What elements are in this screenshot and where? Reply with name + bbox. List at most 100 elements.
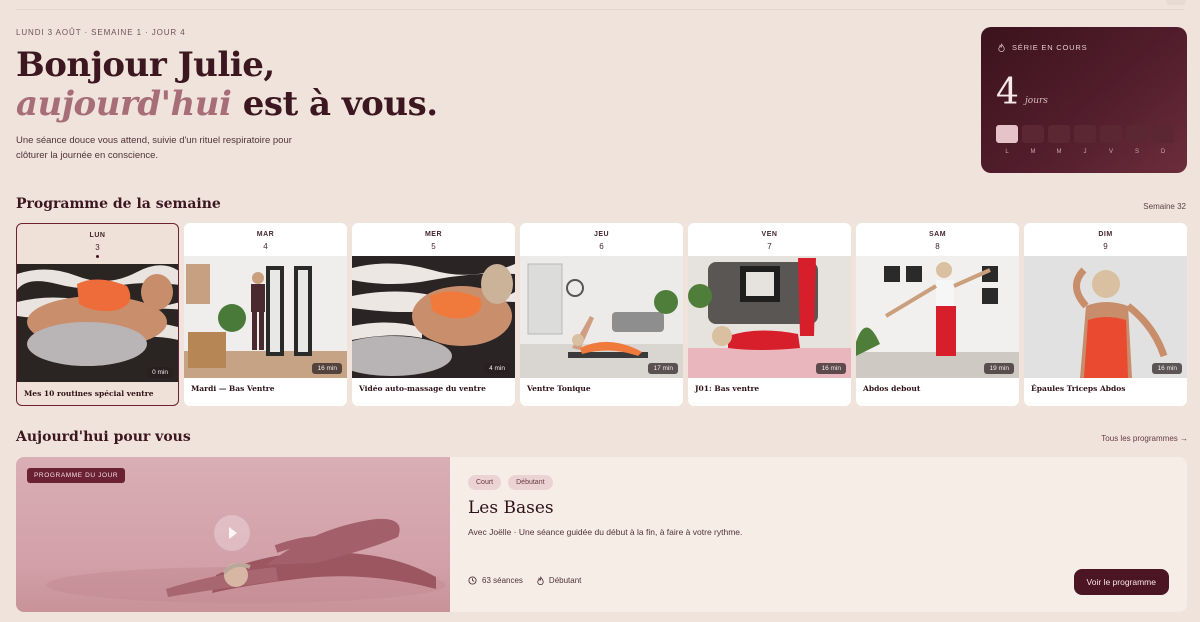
streak-day-box — [1022, 125, 1044, 143]
program-details: Court Débutant Les Bases Avec Joëlle · U… — [468, 457, 1187, 612]
workout-thumbnail: 17 min — [520, 256, 683, 378]
week-section-title: Programme de la semaine — [16, 196, 221, 212]
day-card-ven[interactable]: VEN 7 16 min J01: Bas ventre — [688, 223, 851, 406]
day-of-week: MER — [424, 231, 443, 238]
program-tags: Court Débutant — [468, 475, 553, 490]
flame-icon — [537, 576, 544, 585]
streak-day-letter: M — [1030, 149, 1036, 155]
hero-description: Une séance douce vous attend, suivie d'u… — [16, 135, 292, 161]
duration-badge: 0 min — [147, 367, 173, 378]
streak-day-box — [1048, 125, 1070, 143]
play-icon[interactable] — [214, 515, 250, 551]
today-section-title: Aujourd'hui pour vous — [16, 429, 191, 445]
streak-day: S — [1126, 125, 1148, 155]
day-card-lun[interactable]: LUN 3 0 min Mes 10 routines spécial vent… — [16, 223, 179, 406]
program-description: Avec Joëlle · Une séance guidée du début… — [468, 527, 743, 537]
day-card-mar[interactable]: MAR 4 16 min Mardi — Bas Ventre — [184, 223, 347, 406]
streak-day: M — [1022, 125, 1044, 155]
streak-day-letter: L — [1005, 149, 1009, 155]
streak-day-letter: J — [1083, 149, 1087, 155]
today-dot — [96, 255, 99, 258]
streak-day: D — [1152, 125, 1174, 155]
program-of-the-day-badge: PROGRAMME DU JOUR — [27, 468, 126, 483]
streak-day-box — [1126, 125, 1148, 143]
sessions-label: 63 séances — [482, 576, 523, 585]
hero-subtitle-accent: aujourd'hui — [16, 84, 232, 124]
day-of-week: SAM — [928, 231, 947, 238]
day-number: 4 — [263, 242, 268, 251]
day-card-dim[interactable]: DIM 9 16 min Épaules Triceps Abdos — [1024, 223, 1187, 406]
hero-subtitle: aujourd'hui est à vous. — [16, 85, 438, 124]
workout-title: Mes 10 routines spécial ventre — [24, 389, 154, 398]
day-of-week: VEN — [761, 231, 778, 238]
thumbnail-image — [184, 256, 347, 378]
day-number: 8 — [935, 242, 940, 251]
tag-level: Débutant — [508, 475, 553, 490]
streak-day: L — [996, 125, 1018, 155]
workout-thumbnail: 16 min — [1024, 256, 1187, 378]
day-card-header: VEN 7 — [688, 223, 851, 256]
day-number: 5 — [431, 242, 436, 251]
duration-badge: 16 min — [1152, 363, 1182, 374]
thumbnail-image — [17, 264, 178, 382]
tag-duration: Court — [468, 475, 502, 490]
hero-subtitle-rest: est à vous. — [231, 84, 438, 124]
workout-thumbnail: 19 min — [856, 256, 1019, 378]
day-card-sam[interactable]: SAM 8 19 min Abdos debout — [856, 223, 1019, 406]
view-program-button[interactable]: Voir le programme — [1073, 569, 1169, 595]
date-eyebrow: LUNDI 3 AOÛT · SEMAINE 1 · JOUR 4 — [16, 28, 186, 37]
workout-thumbnail: 0 min — [17, 264, 178, 382]
workout-title: Ventre Tonique — [527, 384, 591, 393]
thumbnail-image — [688, 256, 851, 378]
day-card-header: MAR 4 — [184, 223, 347, 256]
week-number: Semaine 32 — [1143, 202, 1186, 211]
program-hero-image: PROGRAMME DU JOUR — [16, 457, 450, 612]
streak-day-letter: V — [1108, 149, 1113, 155]
level-label: Débutant — [548, 576, 582, 585]
program-of-the-day-card[interactable]: PROGRAMME DU JOUR Court Débutant Les Bas… — [16, 457, 1187, 612]
day-card-header: SAM 8 — [856, 223, 1019, 256]
duration-badge: 16 min — [312, 363, 342, 374]
program-meta: 63 séances Débutant — [468, 576, 581, 585]
thumbnail-image — [856, 256, 1019, 378]
day-of-week: MAR — [256, 231, 275, 238]
streak-day: J — [1074, 125, 1096, 155]
streak-days: L M M J V S D — [996, 125, 1174, 155]
week-schedule: LUN 3 0 min Mes 10 routines spécial vent… — [16, 223, 1187, 406]
workout-thumbnail: 16 min — [688, 256, 851, 378]
thumbnail-image — [352, 256, 515, 378]
top-divider — [16, 9, 1184, 10]
streak-day-box — [1152, 125, 1174, 143]
streak-card: SÉRIE EN COURS 4 jours L M M J V S D — [981, 27, 1187, 173]
streak-day-letter: D — [1160, 149, 1166, 155]
streak-day-box — [1074, 125, 1096, 143]
day-card-header: MER 5 — [352, 223, 515, 256]
sessions-count: 63 séances — [468, 576, 523, 585]
workout-title: Abdos debout — [863, 384, 921, 393]
day-number: 6 — [599, 242, 604, 251]
streak-label: SÉRIE EN COURS — [1012, 43, 1088, 52]
streak-day: V — [1100, 125, 1122, 155]
day-card-mer[interactable]: MER 5 4 min Vidéo auto-massage du ventre — [352, 223, 515, 406]
streak-unit: jours — [1025, 96, 1048, 106]
window-corner — [1166, 0, 1186, 5]
workout-thumbnail: 16 min — [184, 256, 347, 378]
day-card-jeu[interactable]: JEU 6 17 min Ventre Tonique — [520, 223, 683, 406]
duration-badge: 19 min — [984, 363, 1014, 374]
duration-badge: 17 min — [648, 363, 678, 374]
day-number: 7 — [767, 242, 772, 251]
duration-badge: 16 min — [816, 363, 846, 374]
program-title: Les Bases — [468, 498, 554, 518]
streak-day-box — [1100, 125, 1122, 143]
workout-title: J01: Bas ventre — [695, 384, 760, 393]
streak-count: 4 — [996, 72, 1019, 113]
day-number: 9 — [1103, 242, 1108, 251]
program-level: Débutant — [537, 576, 581, 585]
clock-icon — [468, 576, 477, 585]
all-programs-link[interactable]: Tous les programmes → — [1101, 434, 1188, 443]
day-of-week: LUN — [89, 232, 106, 239]
thumbnail-image — [1024, 256, 1187, 378]
day-card-header: JEU 6 — [520, 223, 683, 256]
streak-day-letter: M — [1056, 149, 1062, 155]
day-card-header: DIM 9 — [1024, 223, 1187, 256]
